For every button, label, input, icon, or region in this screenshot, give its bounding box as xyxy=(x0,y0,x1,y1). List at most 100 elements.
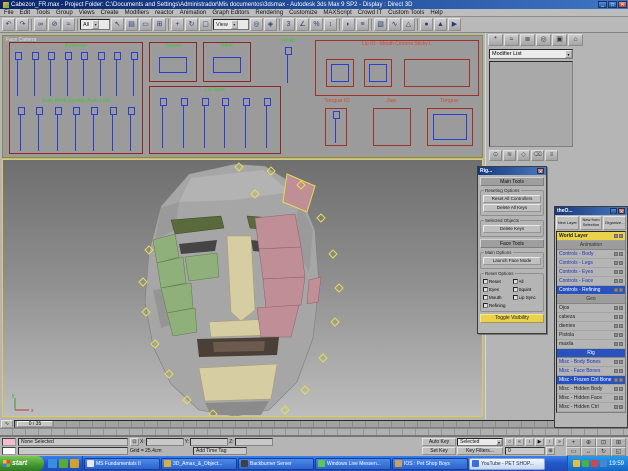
layer-visibility-icon[interactable] xyxy=(614,306,618,310)
zoom-region-icon[interactable]: ▭ xyxy=(566,447,581,456)
zoom-all-icon[interactable]: ⊕ xyxy=(581,438,596,447)
tab-modify-icon[interactable]: ≈ xyxy=(504,34,519,46)
quicklaunch-desktop-icon[interactable] xyxy=(59,459,68,468)
layer-row[interactable]: Misc - Hidden Ctrl xyxy=(557,403,625,412)
face-model[interactable]: x y xyxy=(3,160,483,416)
face-slider[interactable] xyxy=(18,107,25,151)
angle-snap-icon[interactable]: ∠ xyxy=(296,18,309,31)
taskbar-window-button[interactable]: 3D_Amax_&_Object... xyxy=(161,457,237,470)
tray-network-icon[interactable] xyxy=(599,460,607,467)
delete-all-keys-button[interactable]: Delete All Keys xyxy=(483,204,541,212)
tray-volume-icon[interactable] xyxy=(590,460,598,467)
face-slider[interactable] xyxy=(333,111,340,143)
tab-create-icon[interactable]: * xyxy=(488,34,503,46)
menu-item-tools[interactable]: Tools xyxy=(36,10,50,16)
zoom-icon[interactable]: + xyxy=(566,438,581,447)
layer-row-world[interactable]: World Layer xyxy=(557,232,625,241)
face-slider[interactable] xyxy=(54,107,62,151)
maxscript-listener-input[interactable] xyxy=(2,447,16,455)
layer-visibility-icon[interactable] xyxy=(614,360,618,364)
reset-checkbox[interactable] xyxy=(483,278,488,284)
layer-row-selected[interactable]: Misc - Frozen Ctrl Bone xyxy=(557,376,625,385)
organize-button[interactable]: Organize... xyxy=(603,216,627,230)
layer-row-selected[interactable]: Controls - Refining xyxy=(557,286,625,295)
close-icon[interactable]: ✕ xyxy=(618,208,625,214)
material-editor-icon[interactable]: ● xyxy=(420,18,433,31)
window-crossing-icon[interactable]: ⊞ xyxy=(153,18,166,31)
layer-row[interactable]: Controls - Eyes xyxy=(557,268,625,277)
layer-freeze-icon[interactable] xyxy=(619,378,623,382)
layer-visibility-icon[interactable] xyxy=(614,315,618,319)
layer-visibility-icon[interactable] xyxy=(614,288,618,292)
menu-item-create[interactable]: Create xyxy=(101,10,119,16)
lip-sync-checkbox[interactable] xyxy=(512,294,518,300)
layer-freeze-icon[interactable] xyxy=(619,360,623,364)
face-slider[interactable] xyxy=(109,107,117,151)
layer-visibility-icon[interactable] xyxy=(614,405,618,409)
viewport-label[interactable]: Face Camera xyxy=(6,37,36,43)
z-coordinate-field[interactable] xyxy=(234,438,273,446)
squint-control[interactable] xyxy=(159,57,187,73)
make-unique-icon[interactable]: ◇ xyxy=(517,150,530,161)
menu-item-animation[interactable]: Animation xyxy=(180,10,207,16)
go-to-end-icon[interactable]: » xyxy=(555,438,564,446)
launch-face-mode-button[interactable]: Launch Face Mode xyxy=(483,257,541,265)
face-slider[interactable] xyxy=(114,52,122,96)
layer-freeze-icon[interactable] xyxy=(619,261,623,265)
taskbar-window-button-active[interactable]: YouTube - PET SHOP... xyxy=(469,457,545,470)
face-slider[interactable] xyxy=(243,98,251,148)
rotate-icon[interactable]: ↻ xyxy=(185,18,198,31)
taskbar-window-button[interactable]: MS Fundamentals II xyxy=(84,457,160,470)
percent-snap-icon[interactable]: % xyxy=(310,18,323,31)
layer-group-header[interactable]: Animation xyxy=(557,241,625,250)
select-link-icon[interactable]: ∞ xyxy=(34,18,47,31)
layer-visibility-icon[interactable] xyxy=(614,234,618,238)
face-slider[interactable] xyxy=(15,52,22,96)
blink-control[interactable] xyxy=(213,57,241,73)
lip-io-inner-control[interactable] xyxy=(331,64,349,82)
reference-coordinate-dropdown[interactable]: View ▾ xyxy=(213,19,249,30)
select-by-name-icon[interactable]: ▤ xyxy=(125,18,138,31)
align-icon[interactable]: ≡ xyxy=(356,18,369,31)
layer-row[interactable]: Ojos xyxy=(557,304,625,313)
tab-motion-icon[interactable]: ◎ xyxy=(536,34,551,46)
squint-checkbox[interactable] xyxy=(512,286,518,292)
selection-lock-icon[interactable]: ⊡ xyxy=(130,438,139,446)
layer-freeze-icon[interactable] xyxy=(619,306,623,310)
y-coordinate-field[interactable] xyxy=(190,438,229,446)
layer-freeze-icon[interactable] xyxy=(619,270,623,274)
mouth-bones[interactable] xyxy=(197,337,279,357)
delete-keys-button[interactable]: Delete Keys xyxy=(483,225,541,233)
layer-group-header[interactable]: Rig xyxy=(557,349,625,358)
menu-item-custom-tools[interactable]: Custom Tools xyxy=(388,10,424,16)
minimize-button[interactable]: _ xyxy=(598,1,607,8)
tab-hierarchy-icon[interactable]: ≣ xyxy=(520,34,535,46)
tab-display-icon[interactable]: ▣ xyxy=(552,34,567,46)
remove-modifier-icon[interactable]: ⌫ xyxy=(531,150,544,161)
menu-item-rendering[interactable]: Rendering xyxy=(255,10,283,16)
refining-checkbox[interactable] xyxy=(483,302,488,308)
x-coordinate-field[interactable] xyxy=(145,438,184,446)
mirror-icon[interactable]: ◐ xyxy=(342,18,355,31)
face-slider[interactable] xyxy=(48,52,56,96)
auto-key-button[interactable]: Auto Key xyxy=(422,438,456,446)
chevron-down-icon[interactable]: ▾ xyxy=(496,439,502,445)
maxscript-macro-recorder[interactable] xyxy=(2,438,16,446)
taskbar-window-button[interactable]: Backburner Server xyxy=(238,457,314,470)
region-select-icon[interactable]: ▭ xyxy=(139,18,152,31)
chevron-down-icon[interactable]: ▾ xyxy=(565,50,572,58)
schematic-view-icon[interactable]: △ xyxy=(402,18,415,31)
configure-sets-icon[interactable]: ≡ xyxy=(545,150,558,161)
chevron-down-icon[interactable]: ▾ xyxy=(92,20,100,29)
layer-group-header[interactable]: Geo xyxy=(557,295,625,304)
layer-row[interactable]: Misc - Hidden Face xyxy=(557,394,625,403)
modifier-stack[interactable] xyxy=(489,61,573,147)
menu-item-edit[interactable]: Edit xyxy=(20,10,30,16)
menu-item-file[interactable]: File xyxy=(4,10,14,16)
toggle-visibility-button[interactable]: Toggle Visibility xyxy=(480,314,544,323)
rig-dialog-titlebar[interactable]: Rig... ✕ xyxy=(478,167,546,175)
layer-visibility-icon[interactable] xyxy=(614,324,618,328)
layer-row[interactable]: dientes xyxy=(557,322,625,331)
face-slider[interactable] xyxy=(64,52,72,96)
layer-freeze-icon[interactable] xyxy=(619,387,623,391)
